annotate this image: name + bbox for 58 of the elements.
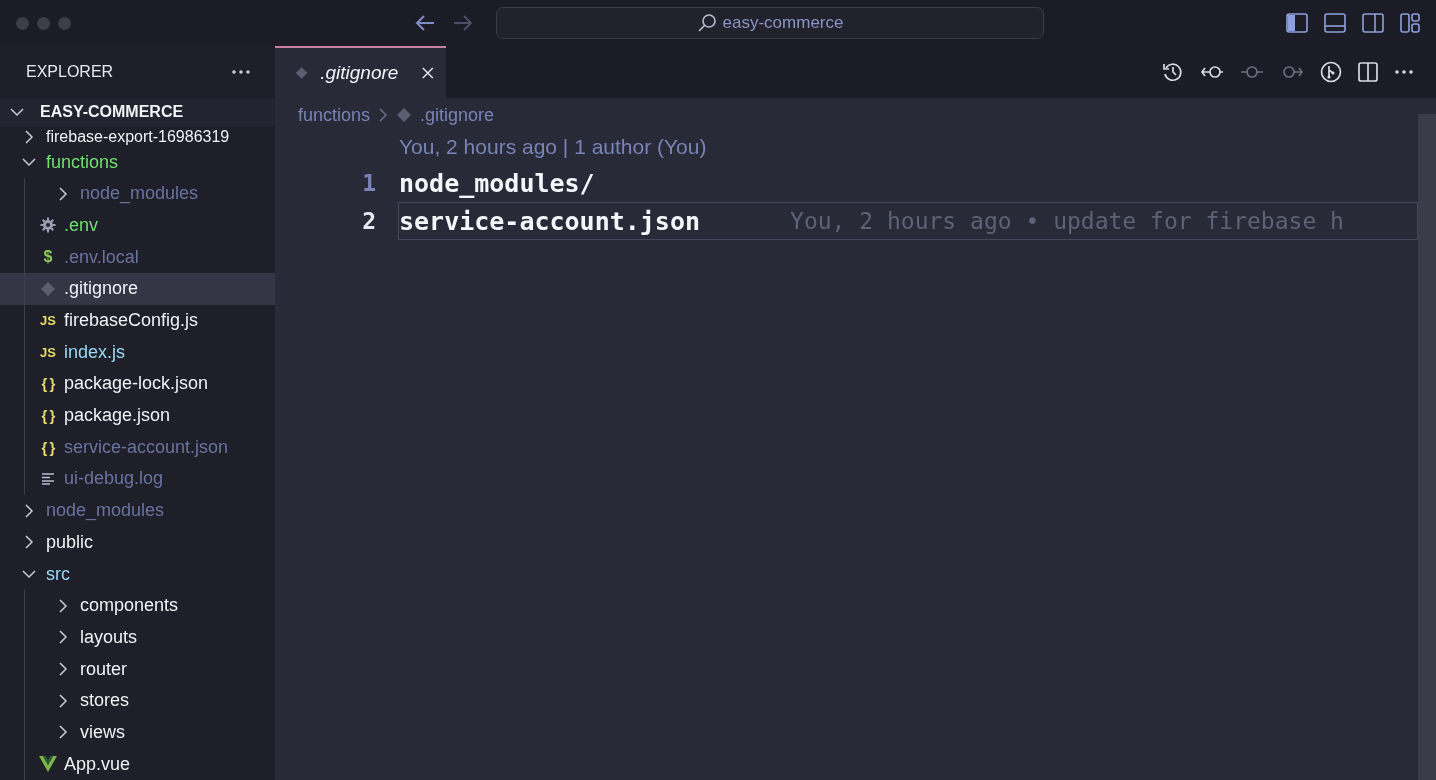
tree-item[interactable]: .env <box>0 209 275 242</box>
tree-item[interactable]: .gitignore <box>0 273 275 305</box>
tree-item[interactable]: JS firebaseConfig.js <box>0 304 275 337</box>
tree-item[interactable]: { } package.json <box>0 399 275 432</box>
blame-info[interactable]: You, 2 hours ago | 1 author (You) <box>399 135 707 159</box>
sidebar-toggle-icon[interactable] <box>1286 13 1308 33</box>
project-folder[interactable]: EASY-COMMERCE <box>0 97 275 128</box>
gear-icon <box>40 217 56 234</box>
editor-tab[interactable]: .gitignore <box>275 46 446 98</box>
tree-item[interactable]: { } package-lock.json <box>0 368 275 400</box>
tree-item[interactable]: node_modules <box>0 177 275 210</box>
tree-item[interactable]: firebase-export-16986319 <box>0 127 275 147</box>
git-branch-icon[interactable] <box>1320 61 1342 83</box>
diamond-icon <box>396 107 413 123</box>
back-arrow-icon[interactable] <box>414 14 436 32</box>
line-number: 1 <box>361 170 377 196</box>
tree-item[interactable]: node_modules <box>0 494 275 527</box>
more-icon[interactable] <box>231 68 251 75</box>
chevron-icon <box>378 108 389 122</box>
search-icon <box>696 13 717 33</box>
tree-item[interactable]: JS index.js <box>0 336 275 369</box>
tree-item[interactable]: layouts <box>0 621 275 654</box>
more-icon[interactable] <box>1394 69 1414 75</box>
dollar-icon: $ <box>43 248 53 267</box>
history-icon[interactable] <box>1162 61 1184 83</box>
lines-icon <box>41 472 55 485</box>
panel-toggle-icon[interactable] <box>1324 13 1346 33</box>
braces-icon: { } <box>41 375 55 393</box>
tree-item[interactable]: views <box>0 716 275 749</box>
tree-item[interactable]: router <box>0 653 275 685</box>
tree-item[interactable]: { } service-account.json <box>0 431 275 464</box>
v-logo-icon <box>39 756 57 773</box>
layout-icon[interactable] <box>1400 13 1420 33</box>
braces-icon: { } <box>41 438 55 456</box>
js-icon: JS <box>40 313 56 329</box>
search-field[interactable]: easy-commerce <box>496 7 1044 39</box>
secondary-sidebar-icon[interactable] <box>1362 13 1384 33</box>
tree-item[interactable]: stores <box>0 684 275 717</box>
code-line: node_modules/ <box>399 168 595 198</box>
code-line: service-account.json <box>399 206 701 236</box>
breadcrumb-item[interactable]: .gitignore <box>420 104 495 126</box>
explorer-title: EXPLORER <box>26 62 114 81</box>
tree-item[interactable]: components <box>0 589 275 622</box>
tree-item[interactable]: App.vue <box>0 748 275 780</box>
diamond-icon <box>295 65 309 81</box>
close-icon[interactable] <box>422 66 434 80</box>
js-icon: JS <box>40 344 56 360</box>
breadcrumb-item[interactable]: functions <box>298 104 371 126</box>
tree-item[interactable]: public <box>0 526 275 559</box>
inline-blame: You, 2 hours ago • update for firebase h <box>790 208 1344 234</box>
split-editor-icon[interactable] <box>1358 62 1378 82</box>
tree-item[interactable]: ui-debug.log <box>0 463 275 495</box>
scrollbar[interactable] <box>1418 114 1436 780</box>
line-number: 2 <box>361 208 377 234</box>
braces-icon: { } <box>41 407 55 425</box>
diamond-icon <box>40 280 56 297</box>
tree-item[interactable]: src <box>0 558 275 590</box>
tree-item[interactable]: functions <box>0 146 275 178</box>
